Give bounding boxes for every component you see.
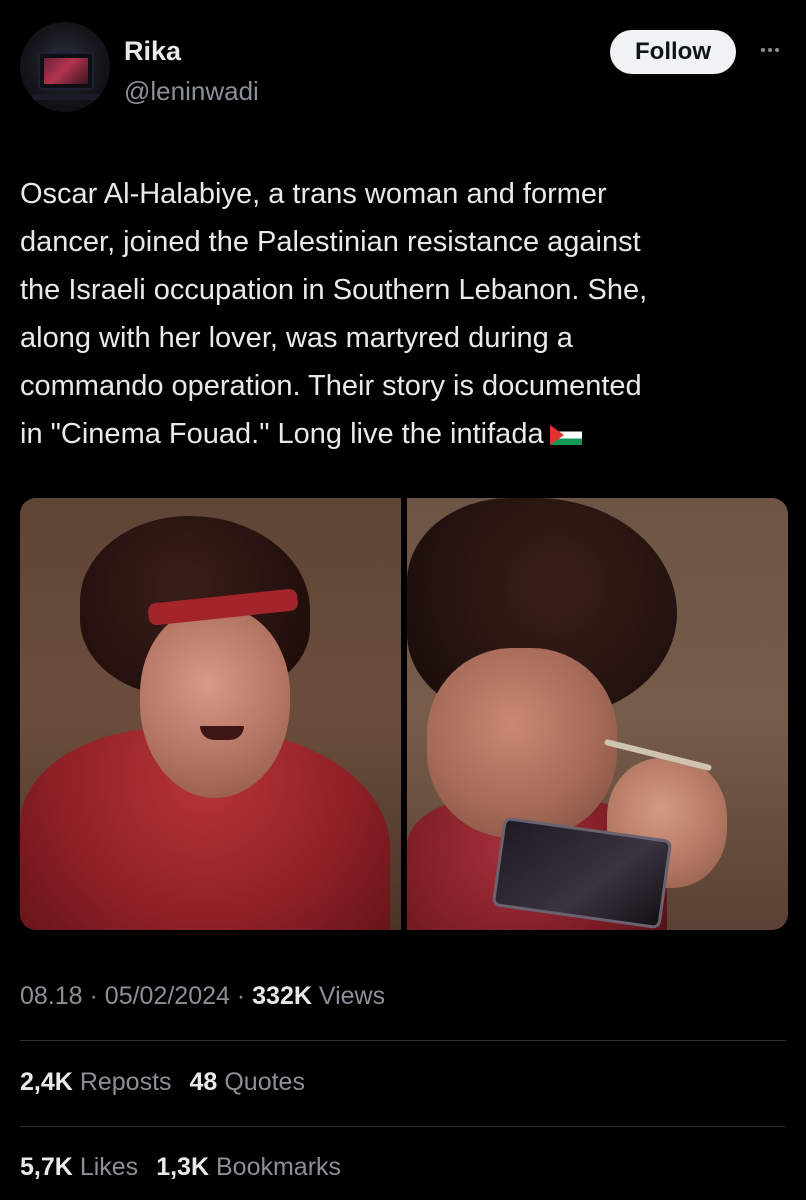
more-dot [768,48,772,52]
photo-2[interactable] [407,498,788,930]
tv-screen [44,58,88,84]
more-dot [775,48,779,52]
tweet-time[interactable]: 08.18 [20,982,83,1010]
tweet-text-line-last: in "Cinema Fouad." Long live the intifad… [20,410,790,458]
tv-stand [32,94,100,100]
quotes-label: Quotes [224,1068,305,1096]
tweet-text-line: the Israeli occupation in Southern Leban… [20,274,648,306]
meta-separator: · [236,982,246,1010]
likes-stat[interactable]: 5,7K Likes [20,1153,138,1182]
bookmarks-count: 1,3K [156,1153,209,1181]
photo-face [140,608,290,798]
photo-face [427,648,617,838]
tweet-text-line: Oscar Al-Halabiye, a trans woman and for… [20,178,607,210]
more-dot [761,48,765,52]
divider [20,1040,786,1041]
tweet-meta: 08.18 · 05/02/2024 · 332K Views [20,982,385,1011]
stats-row-likes: 5,7K Likes 1,3K Bookmarks [20,1153,341,1182]
palestine-flag-icon [549,425,582,445]
tweet-text-line: dancer, joined the Palestinian resistanc… [20,226,641,258]
divider [20,1126,786,1127]
quotes-count: 48 [189,1068,218,1096]
reposts-count: 2,4K [20,1068,73,1096]
quotes-stat[interactable]: 48 Quotes [190,1068,305,1097]
follow-button[interactable]: Follow [610,30,736,74]
more-options-icon[interactable] [752,38,788,62]
likes-label: Likes [79,1153,139,1181]
views-label: Views [318,982,386,1010]
author-display-name[interactable]: Rika [124,36,181,67]
avatar[interactable] [20,22,110,112]
media-grid [20,498,788,930]
bookmarks-label: Bookmarks [216,1153,342,1181]
reposts-stat[interactable]: 2,4K Reposts [20,1068,172,1097]
tweet-text-line: along with her lover, was martyred durin… [20,322,573,354]
tweet-text: Oscar Al-Halabiye, a trans woman and for… [20,170,790,458]
tweet-date[interactable]: 05/02/2024 [105,982,230,1010]
reposts-label: Reposts [79,1068,172,1096]
tweet-detail: Rika @leninwadi Follow Oscar Al-Halabiye… [0,0,806,1200]
stats-row-reposts: 2,4K Reposts 48 Quotes [20,1068,305,1097]
tweet-text-line: commando operation. Their story is docum… [20,370,642,402]
photo-1[interactable] [20,498,401,930]
tv-image [38,52,94,90]
author-handle[interactable]: @leninwadi [124,76,259,107]
meta-separator: · [89,982,98,1010]
bookmarks-stat[interactable]: 1,3K Bookmarks [156,1153,341,1182]
likes-count: 5,7K [20,1153,73,1181]
tweet-text-line: in "Cinema Fouad." Long live the intifad… [20,418,544,450]
views-count: 332K [252,982,312,1010]
